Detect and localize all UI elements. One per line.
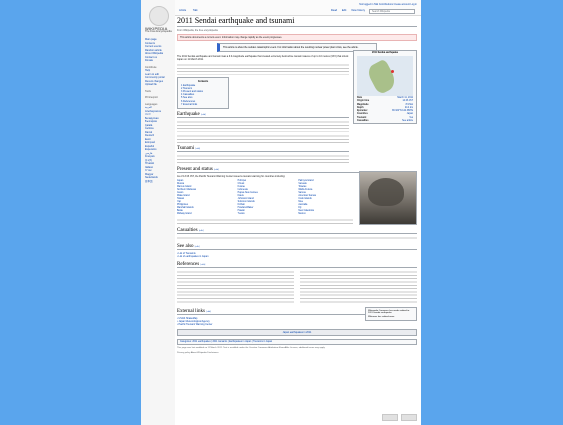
present-intro: As of 13:15 JST, the Pacific Tsunami War…: [177, 175, 286, 179]
sidebar-heading-tools: Tools: [145, 89, 151, 93]
page-subtitle: From Wikipedia, the free encyclopedia: [177, 29, 218, 32]
infobox-row: Casualties See article: [354, 120, 416, 123]
namespace-tabs: Article Talk: [179, 9, 204, 12]
powered-by-mediawiki-logo[interactable]: [401, 414, 417, 421]
tsunami-text-block: [177, 154, 349, 165]
table-of-contents: Contents 1 Earthquake 2 Tsunami 3 Present …: [177, 77, 229, 110]
edit-link[interactable]: [edit]: [199, 230, 204, 232]
tab-article[interactable]: Article: [179, 9, 186, 12]
tab-talk[interactable]: Talk: [193, 9, 198, 12]
sidebar-item[interactable]: Upload file: [145, 83, 173, 87]
edit-link[interactable]: [edit]: [200, 264, 205, 266]
external-link[interactable]: • Pacific Tsunami Warning Center: [177, 323, 417, 326]
lead-paragraph: The 2011 Sendai earthquake and tsunami w…: [177, 55, 349, 62]
browser-page: WIKIPEDIA The Free Encyclopedia Main pag…: [141, 0, 421, 425]
present-text-block: [177, 218, 353, 226]
japan-landmass: [365, 58, 399, 96]
tsunami-photo[interactable]: [359, 171, 417, 226]
lead-text-block: [177, 63, 349, 76]
infobox-title: 2011 Sendai earthquake: [371, 52, 399, 54]
infobox-label: Casualties: [357, 120, 369, 123]
footer-logos: [382, 414, 417, 421]
smoke-plume: [368, 178, 404, 207]
country-link[interactable]: Tuvalu: [238, 213, 293, 216]
wikimedia-logo[interactable]: [382, 414, 398, 421]
view-tabs: Read Edit View history: [327, 9, 365, 12]
section-heading-see-also: See also [edit]: [177, 244, 417, 251]
section-heading-casualties: Casualties [edit]: [177, 228, 417, 235]
references-column-1: [177, 269, 294, 304]
edit-link[interactable]: [edit]: [195, 148, 200, 150]
section-heading-tsunami: Tsunami [edit]: [177, 146, 349, 153]
edit-link[interactable]: [edit]: [214, 169, 219, 171]
page-title: 2011 Sendai earthquake and tsunami: [177, 16, 417, 27]
toc-item[interactable]: 7 External links: [181, 103, 225, 106]
reference-list: [177, 269, 417, 306]
country-link[interactable]: Mexico: [298, 213, 353, 216]
infobox: 2011 Sendai earthquake Date March 11, 201…: [353, 50, 417, 125]
edit-link[interactable]: [edit]: [195, 246, 200, 248]
see-also-link[interactable]: • List of earthquakes in Japan: [177, 255, 417, 258]
article-content: 2011 Sendai earthquake and tsunami From …: [177, 16, 417, 423]
sister-projects-box: Wikimedia Commons has media related to: …: [365, 306, 417, 321]
tab-edit[interactable]: Edit: [342, 9, 346, 12]
sidebar-item[interactable]: Donate: [145, 59, 173, 63]
sidebar-nav: Main page Contents Current events Random ar…: [145, 38, 173, 183]
edit-link[interactable]: [edit]: [201, 114, 206, 116]
categories-bar[interactable]: Categories: 2011 earthquakes | 2011 tsun…: [177, 339, 417, 346]
commons-link[interactable]: Wikimedia Commons has media related to: …: [368, 310, 414, 314]
epicenter-marker: [391, 70, 394, 73]
casualties-text-block: [177, 236, 417, 242]
country-list: Japan Russia Marcus Island Northern Mariana…: [177, 180, 353, 216]
section-heading-references: References [edit]: [177, 262, 417, 268]
infobox-value[interactable]: See article: [402, 120, 413, 123]
search-input[interactable]: Search Wikipedia: [369, 9, 415, 14]
current-event-notice: This article documents a current event. …: [177, 34, 417, 41]
earthquake-text-block: [177, 120, 349, 133]
tab-history[interactable]: View history: [351, 9, 365, 12]
references-column-2: [300, 269, 417, 304]
epicenter-map[interactable]: [357, 56, 413, 96]
tab-read[interactable]: Read: [331, 9, 337, 12]
language-link[interactable]: 日本語: [145, 180, 173, 184]
country-link[interactable]: Midway Island: [177, 213, 232, 216]
wikipedia-globe-logo[interactable]: [149, 6, 169, 26]
earthquake-text-block-2: [177, 134, 349, 144]
section-heading-earthquake: Earthquake [edit]: [177, 112, 349, 119]
page-footer: This page was last modified on 11 March …: [177, 347, 326, 350]
left-sidebar: WIKIPEDIA The Free Encyclopedia Main pag…: [141, 0, 175, 425]
sidebar-heading-print: Print/export: [145, 96, 158, 99]
top-bar: Not logged in Talk Contributions Create …: [175, 0, 421, 16]
edit-link[interactable]: [edit]: [206, 311, 211, 313]
navbox[interactable]: Japan earthquakes in 2011: [177, 329, 417, 337]
tagline: The Free Encyclopedia: [145, 30, 172, 33]
wikinews-link[interactable]: Wikinews has related news: [368, 316, 414, 318]
personal-tools[interactable]: Not logged in Talk Contributions Create …: [359, 3, 417, 6]
footer-links[interactable]: Privacy policy About Wikipedia Disclaime…: [177, 352, 417, 355]
